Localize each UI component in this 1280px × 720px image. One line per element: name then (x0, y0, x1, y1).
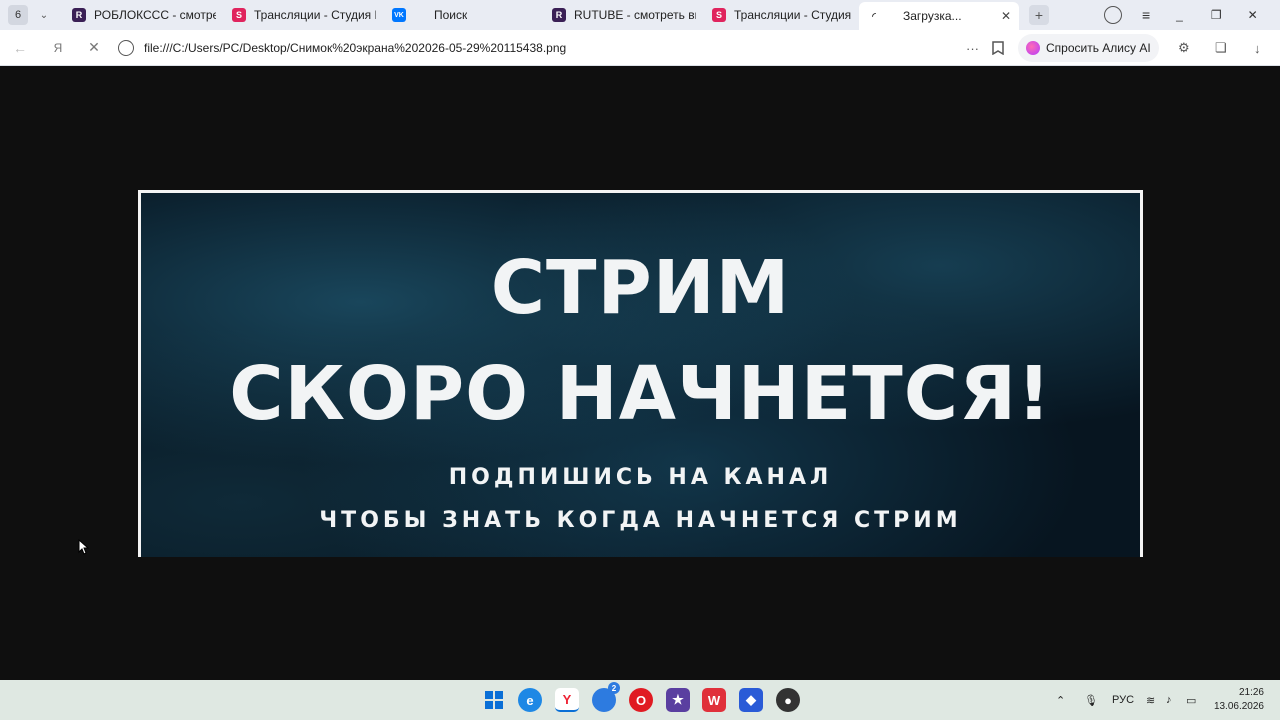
tab-search[interactable]: Поиск (434, 2, 544, 28)
extensions-icon[interactable]: ⚙ (1178, 30, 1190, 66)
microphone-icon[interactable]: 🎙 (1084, 680, 1098, 720)
more-icon[interactable]: ··· (966, 30, 979, 66)
tab-vk[interactable]: VK (384, 2, 434, 28)
ask-alice-button[interactable]: Спросить Алису AI (1018, 34, 1159, 62)
clock[interactable]: 21:26 13.06.2026 (1214, 686, 1264, 714)
back-arrow-icon[interactable]: ← (6, 34, 34, 62)
bookmark-icon[interactable] (992, 30, 1004, 66)
studio-favicon-icon: S (712, 8, 726, 22)
yandex-browser-icon[interactable]: Y (555, 688, 579, 712)
ask-alice-label: Спросить Алису AI (1046, 41, 1151, 55)
taskbar: e Y 2 O ★ W ◆ ● ⌃ 🎙 РУС ≋ ♪ ▭ 21:26 13.0… (0, 680, 1280, 720)
tab-title: RUTUBE - смотреть вида (574, 8, 696, 22)
rutube-favicon-icon: R (552, 8, 566, 22)
wifi-icon[interactable]: ≋ (1146, 680, 1155, 720)
minimize-icon[interactable]: _ (1176, 8, 1183, 22)
loading-spinner-icon: ◜ (872, 10, 876, 21)
studio-favicon-icon: S (232, 8, 246, 22)
tab-title: Трансляции - Студия RU (254, 8, 376, 22)
tab-loading-active[interactable]: ◜ Загрузка... ✕ (859, 2, 1019, 30)
wps-icon[interactable]: W (702, 688, 726, 712)
banner-subtitle-line2: ЧТОБЫ ЗНАТЬ КОГДА НАЧНЕТСЯ СТРИМ (319, 508, 962, 533)
globe-icon (118, 39, 134, 56)
menu-icon[interactable]: ≡ (1142, 7, 1150, 23)
restore-icon[interactable]: ❐ (1211, 8, 1222, 22)
windows-start-icon[interactable] (482, 688, 506, 712)
profile-icon[interactable] (1104, 6, 1122, 24)
yandex-icon[interactable]: Я (44, 34, 72, 62)
url-field[interactable]: file:///C:/Users/PC/Desktop/Снимок%20экр… (144, 41, 964, 55)
banner-title-line2: СКОРО НАЧНЕТСЯ! (229, 351, 1052, 437)
close-window-icon[interactable]: ✕ (1248, 8, 1258, 22)
tray-chevron-icon[interactable]: ⌃ (1056, 680, 1065, 720)
mouse-cursor-icon (78, 539, 90, 555)
tab-title: Загрузка... (903, 9, 962, 23)
tab-list-chevron-icon[interactable]: ⌄ (34, 10, 54, 21)
notification-badge: 2 (608, 682, 620, 694)
tab-roblox[interactable]: R РОБЛОКССС - смотреть (64, 2, 224, 28)
alice-icon (1026, 41, 1040, 55)
new-tab-button[interactable]: + (1029, 5, 1049, 25)
edge-icon[interactable]: e (518, 688, 542, 712)
window-controls: ≡ _ ❐ ✕ (1104, 0, 1258, 30)
downloads-icon[interactable]: ↓ (1254, 30, 1261, 66)
battery-icon[interactable]: ▭ (1186, 680, 1196, 720)
address-bar: ← Я ✕ file:///C:/Users/PC/Desktop/Снимок… (0, 30, 1280, 66)
tab-strip: 6 ⌄ R РОБЛОКССС - смотреть S Трансляции … (0, 0, 1280, 30)
tab-title: РОБЛОКССС - смотреть (94, 8, 216, 22)
tab-title: Трансляции - Студия RU (734, 8, 851, 22)
obs-icon[interactable]: ● (776, 688, 800, 712)
tab-count-button[interactable]: 6 (8, 5, 28, 25)
stream-banner-image: СТРИМ СКОРО НАЧНЕТСЯ! ПОДПИШИСЬ НА КАНАЛ… (138, 190, 1143, 557)
messenger-icon[interactable]: 2 (592, 682, 620, 712)
tab-rutube[interactable]: R RUTUBE - смотреть вида (544, 2, 704, 28)
close-tab-icon[interactable]: ✕ (995, 9, 1011, 23)
rutube-favicon-icon: R (72, 8, 86, 22)
tab-studio-1[interactable]: S Трансляции - Студия RU (224, 2, 384, 28)
game-icon[interactable]: ★ (666, 688, 690, 712)
volume-icon[interactable]: ♪ (1166, 680, 1172, 720)
clock-date: 13.06.2026 (1213, 701, 1264, 712)
stop-loading-icon[interactable]: ✕ (80, 34, 108, 62)
clock-time: 21:26 (1238, 687, 1264, 698)
tab-title: Поиск (434, 8, 468, 22)
roblox-studio-icon[interactable]: ◆ (739, 688, 763, 712)
collections-icon[interactable]: ❏ (1215, 30, 1227, 66)
tab-studio-2[interactable]: S Трансляции - Студия RU (704, 2, 859, 28)
language-indicator[interactable]: РУС (1112, 680, 1134, 720)
banner-subtitle-line1: ПОДПИШИСЬ НА КАНАЛ (448, 465, 833, 490)
page-viewport: СТРИМ СКОРО НАЧНЕТСЯ! ПОДПИШИСЬ НА КАНАЛ… (0, 67, 1280, 680)
vk-favicon-icon: VK (392, 8, 406, 22)
opera-icon[interactable]: O (629, 688, 653, 712)
banner-title-line1: СТРИМ (490, 245, 791, 331)
